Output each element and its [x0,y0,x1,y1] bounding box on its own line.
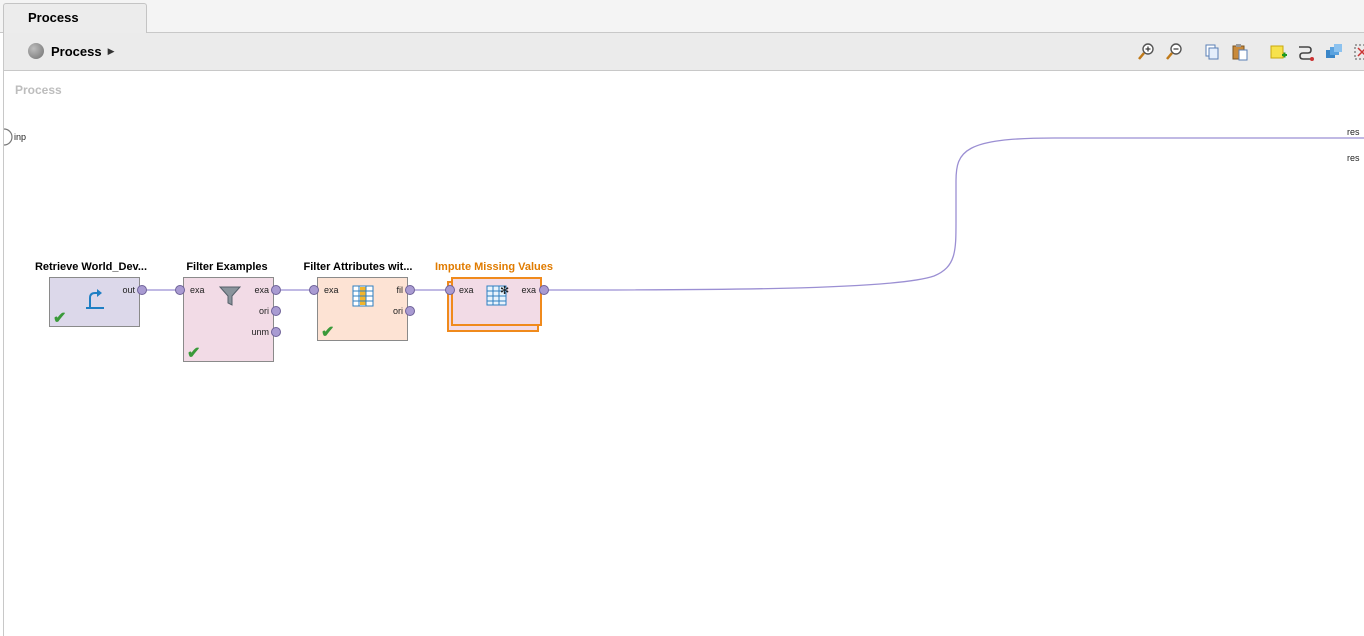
port-retrieve-out[interactable] [137,285,147,295]
success-check-icon: ✔ [187,345,201,362]
port-filter-examples-in[interactable] [175,285,185,295]
process-result-label-2: res [1347,153,1360,163]
port-impute-in[interactable] [445,285,455,295]
paste-icon[interactable] [1230,42,1250,62]
operator-retrieve-title: Retrieve World_Dev... [34,261,148,273]
auto-wire-icon[interactable] [1296,42,1316,62]
arrange-icon[interactable] [1324,42,1344,62]
operator-filter-examples-title: Filter Examples [186,261,268,273]
fit-icon[interactable] [1352,42,1364,62]
breadcrumb-label: Process [51,43,102,59]
operator-impute[interactable]: exa exa ✻ [451,277,542,326]
port-label-exa-in: exa [459,285,474,295]
add-note-icon[interactable] [1268,42,1288,62]
zoom-out-icon[interactable] [1164,42,1184,62]
wire-impute-result [548,137,1364,291]
port-label-exa-out: exa [254,285,269,295]
breadcrumb[interactable]: Process ▶ [28,43,115,59]
operator-retrieve[interactable]: out ✔ [49,277,140,327]
copy-icon[interactable] [1202,42,1222,62]
port-filter-attributes-fil[interactable] [405,285,415,295]
operator-filter-attributes[interactable]: exa fil ori ✔ [317,277,408,341]
port-filter-examples-ori[interactable] [271,306,281,316]
port-label-exa-out: exa [521,285,536,295]
zoom-in-icon[interactable] [1136,42,1156,62]
port-label-out: out [122,285,135,295]
port-label-unm: unm [251,327,269,337]
process-input-label: inp [14,132,27,142]
impute-table-icon: ✻ [486,284,509,306]
tab-process[interactable]: Process [3,3,147,33]
port-filter-attributes-in[interactable] [309,285,319,295]
chevron-right-icon[interactable]: ▶ [108,46,115,57]
port-filter-examples-exa[interactable] [271,285,281,295]
operator-filter-examples[interactable]: exa exa ori unm ✔ [183,277,274,362]
success-check-icon: ✔ [321,324,335,341]
port-label-ori: ori [392,306,403,316]
port-label-ori: ori [258,306,269,316]
operator-filter-attributes-title: Filter Attributes wit... [303,261,413,273]
port-label-exa-in: exa [190,285,205,295]
port-label-exa-in: exa [324,285,339,295]
svg-text:✻: ✻ [500,284,509,297]
port-filter-examples-unm[interactable] [271,327,281,337]
success-check-icon: ✔ [53,310,67,327]
tab-bar: Process [0,0,1364,33]
process-result-label-1: res [1347,127,1360,137]
operator-impute-title: Impute Missing Values [435,261,553,273]
process-input-port [4,128,13,146]
globe-icon [28,43,44,59]
retrieve-icon [86,289,104,309]
process-canvas[interactable]: Process inp res res Retrieve World_Dev..… [3,71,1364,636]
process-toolbar: Process ▶ [3,33,1364,71]
port-filter-attributes-ori[interactable] [405,306,415,316]
funnel-icon [218,286,242,306]
table-columns-icon [352,285,374,307]
port-label-fil: fil [396,285,404,295]
port-impute-out[interactable] [539,285,549,295]
